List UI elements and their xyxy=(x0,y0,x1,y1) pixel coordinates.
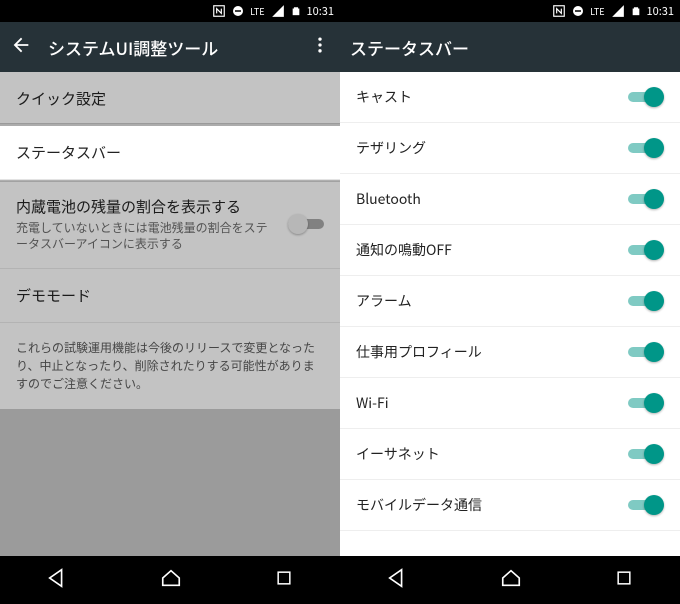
status-bar: LTE 10:31 xyxy=(340,0,680,22)
battery-percent-item[interactable]: 内蔵電池の残量の割合を表示する 充電していないときには電池残量の割合をステータス… xyxy=(0,180,340,269)
nfc-icon xyxy=(212,4,226,18)
toggle-switch[interactable] xyxy=(628,240,664,260)
toggle-label: 通知の鳴動OFF xyxy=(356,240,452,260)
nav-back-button[interactable] xyxy=(386,567,408,594)
toggle-switch[interactable] xyxy=(628,291,664,311)
right-content: キャストテザリング Bluetooth 通知の鳴動OFF アラーム仕事用プロフィール W… xyxy=(340,72,680,556)
nav-home-button[interactable] xyxy=(500,567,522,594)
right-screen: LTE 10:31 ステータスバー キャストテザリング Bluetooth 通知の鳴… xyxy=(340,0,680,604)
dnd-icon xyxy=(232,5,244,17)
quick-settings-label: クイック設定 xyxy=(16,88,324,109)
toggle-row[interactable]: アラーム xyxy=(340,276,680,327)
nav-home-button[interactable] xyxy=(160,567,182,594)
toggle-row[interactable]: 通知の鳴動OFF xyxy=(340,225,680,276)
toggle-switch[interactable] xyxy=(628,342,664,362)
app-bar: システムUI調整ツール xyxy=(0,22,340,72)
toggle-row[interactable]: 仕事用プロフィール xyxy=(340,327,680,378)
battery-icon xyxy=(291,4,301,18)
signal-icon xyxy=(271,4,285,18)
nav-recent-button[interactable] xyxy=(274,568,294,593)
toggle-label: Bluetooth xyxy=(356,189,421,209)
signal-icon xyxy=(611,4,625,18)
battery-percent-title: 内蔵電池の残量の割合を表示する xyxy=(16,196,278,217)
app-bar: ステータスバー xyxy=(340,22,680,72)
status-bar: LTE 10:31 xyxy=(0,0,340,22)
toggle-label: キャスト xyxy=(356,87,412,107)
toggle-switch[interactable] xyxy=(628,393,664,413)
back-button[interactable] xyxy=(10,34,32,61)
page-title: システムUI調整ツール xyxy=(48,35,294,60)
navigation-bar xyxy=(340,556,680,604)
toggle-row[interactable]: テザリング xyxy=(340,123,680,174)
nfc-icon xyxy=(552,4,566,18)
clock: 10:31 xyxy=(647,3,674,19)
toggle-row[interactable]: Bluetooth xyxy=(340,174,680,225)
battery-icon xyxy=(631,4,641,18)
toggle-row[interactable]: Wi-Fi xyxy=(340,378,680,429)
toggle-label: テザリング xyxy=(356,138,426,158)
dnd-icon xyxy=(572,5,584,17)
toggle-label: 仕事用プロフィール xyxy=(356,342,482,362)
toggle-label: Wi-Fi xyxy=(356,393,389,413)
battery-percent-desc: 充電していないときには電池残量の割合をステータスバーアイコンに表示する xyxy=(16,220,278,252)
left-screen: LTE 10:31 システムUI調整ツール クイック設定 ステータスバー 内蔵電… xyxy=(0,0,340,604)
nav-back-button[interactable] xyxy=(46,567,68,594)
toggle-label: イーサネット xyxy=(356,444,440,464)
overflow-menu-button[interactable] xyxy=(310,35,330,60)
quick-settings-item[interactable]: クイック設定 xyxy=(0,72,340,126)
experimental-warning: これらの試験運用機能は今後のリリースで変更となったり、中止となったり、削除された… xyxy=(0,323,340,409)
navigation-bar xyxy=(0,556,340,604)
left-content: クイック設定 ステータスバー 内蔵電池の残量の割合を表示する 充電していないとき… xyxy=(0,72,340,556)
status-bar-label: ステータスバー xyxy=(16,142,324,163)
demo-mode-label: デモモード xyxy=(16,285,324,306)
status-bar-item[interactable]: ステータスバー xyxy=(0,126,340,180)
toggle-row[interactable]: モバイルデータ通信 xyxy=(340,480,680,531)
battery-percent-switch[interactable] xyxy=(288,214,324,234)
toggle-switch[interactable] xyxy=(628,87,664,107)
toggle-switch[interactable] xyxy=(628,189,664,209)
toggle-label: モバイルデータ通信 xyxy=(356,495,482,515)
toggle-switch[interactable] xyxy=(628,138,664,158)
toggle-row[interactable]: キャスト xyxy=(340,72,680,123)
page-title: ステータスバー xyxy=(350,35,670,60)
demo-mode-item[interactable]: デモモード xyxy=(0,269,340,323)
toggle-label: アラーム xyxy=(356,291,412,311)
network-label: LTE xyxy=(590,5,604,18)
clock: 10:31 xyxy=(307,3,334,19)
network-label: LTE xyxy=(250,5,264,18)
toggle-switch[interactable] xyxy=(628,444,664,464)
toggle-switch[interactable] xyxy=(628,495,664,515)
toggle-row[interactable]: イーサネット xyxy=(340,429,680,480)
nav-recent-button[interactable] xyxy=(614,568,634,593)
